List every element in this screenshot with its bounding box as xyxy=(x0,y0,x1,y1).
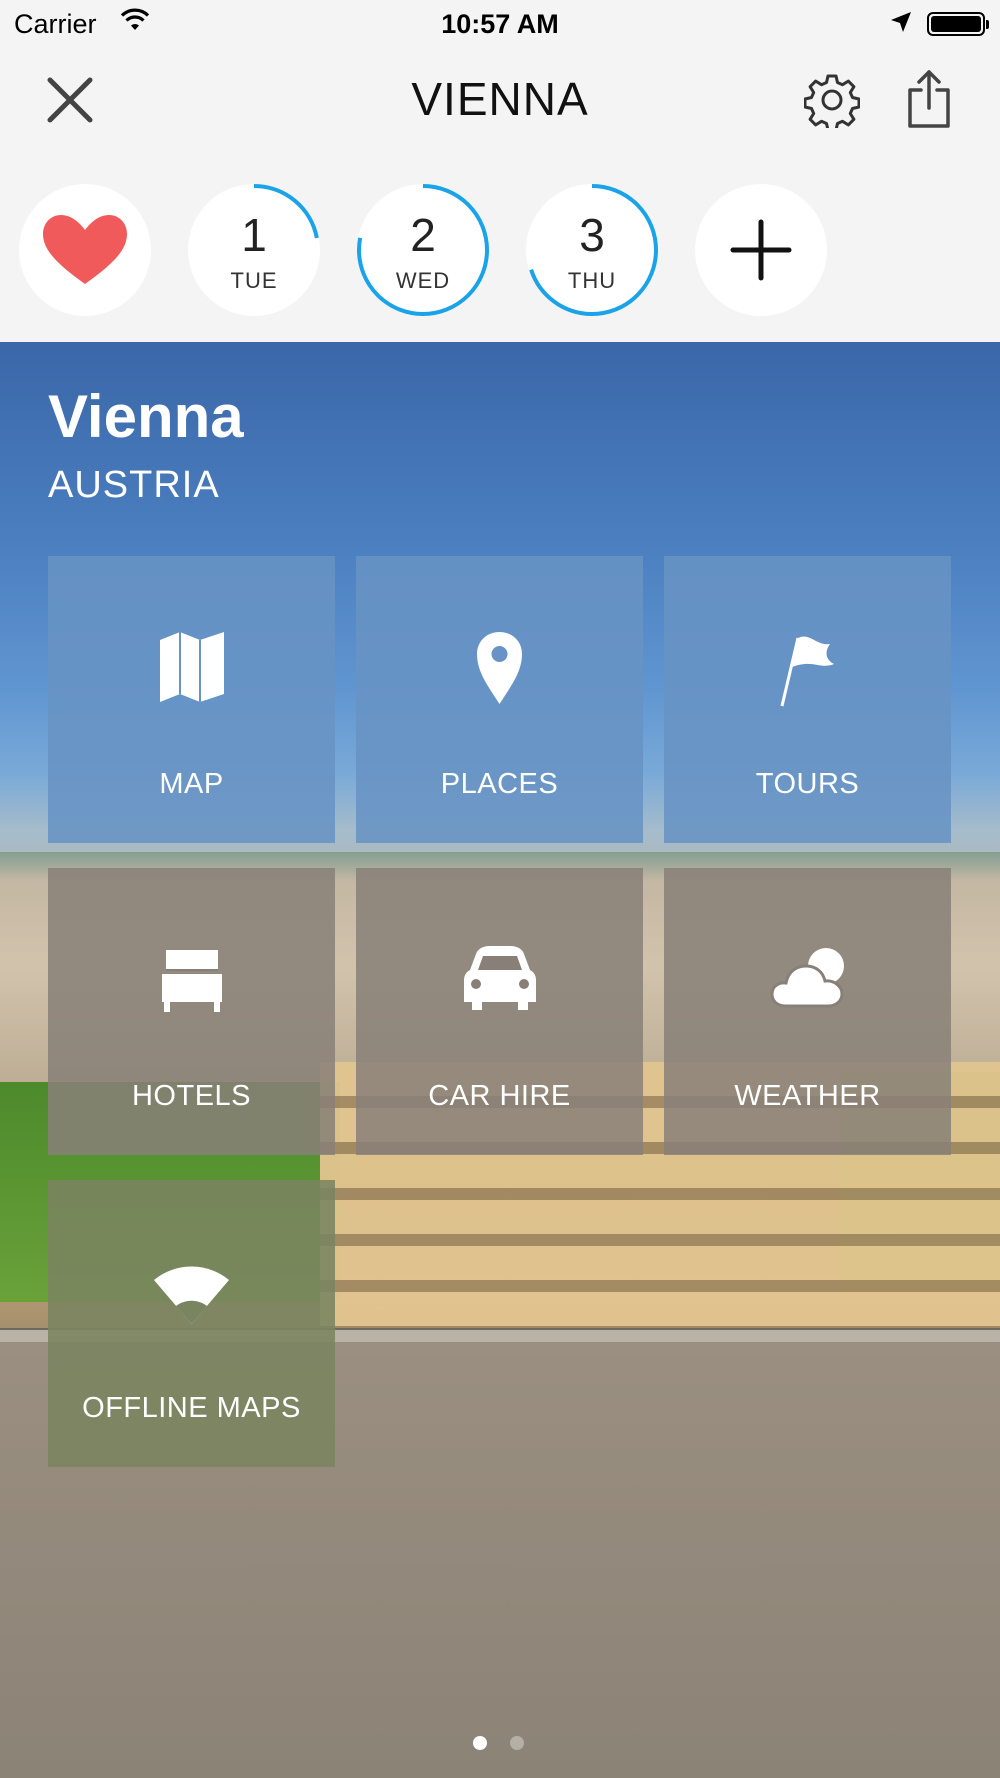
page-dot-1[interactable] xyxy=(473,1736,487,1750)
cloud-sun-icon xyxy=(770,948,844,1008)
places-tile[interactable]: PLACES xyxy=(356,556,643,843)
page-dot-2[interactable] xyxy=(510,1736,524,1750)
add-day-button[interactable] xyxy=(695,184,827,316)
places-tile-label: PLACES xyxy=(440,768,559,800)
tours-tile-label: TOURS xyxy=(755,768,860,800)
day-2-button[interactable]: 2 WED xyxy=(357,184,489,316)
city-hero: Vienna AUSTRIA MAP PLACES TOURS HOTELS C… xyxy=(0,342,1000,1778)
map-tile[interactable]: MAP xyxy=(48,556,335,843)
map-tile-label: MAP xyxy=(159,768,224,800)
weather-tile[interactable]: WEATHER xyxy=(664,868,951,1155)
hotels-tile[interactable]: HOTELS xyxy=(48,868,335,1155)
status-bar: Carrier 10:57 AM xyxy=(0,0,1000,50)
nav-bar: VIENNA xyxy=(0,50,1000,170)
day-3-number: 3 xyxy=(579,209,605,261)
status-time: 10:57 AM xyxy=(441,9,559,39)
car-hire-tile-label: CAR HIRE xyxy=(428,1080,571,1112)
day-2-weekday: WED xyxy=(395,268,451,293)
day-1-button[interactable]: 1 TUE xyxy=(188,184,320,316)
car-hire-tile[interactable]: CAR HIRE xyxy=(356,868,643,1155)
tours-tile[interactable]: TOURS xyxy=(664,556,951,843)
wifi-sector-icon xyxy=(154,1266,229,1324)
car-icon xyxy=(464,946,536,1010)
city-name: Vienna xyxy=(48,383,244,450)
day-1-weekday: TUE xyxy=(230,268,278,293)
bed-icon xyxy=(162,950,222,1012)
favorites-button[interactable] xyxy=(19,184,151,316)
offline-maps-tile-label: OFFLINE MAPS xyxy=(82,1392,301,1424)
location-arrow-icon xyxy=(891,12,911,32)
share-icon[interactable] xyxy=(906,68,952,130)
location-pin-icon xyxy=(477,632,522,704)
day-3-button[interactable]: 3 THU xyxy=(526,184,658,316)
hotels-tile-label: HOTELS xyxy=(131,1080,252,1112)
map-icon xyxy=(160,632,224,702)
gear-icon[interactable] xyxy=(804,72,860,128)
offline-maps-tile[interactable]: OFFLINE MAPS xyxy=(48,1180,335,1467)
page-indicator[interactable] xyxy=(0,1736,1000,1750)
plus-icon xyxy=(730,219,792,281)
country-name: AUSTRIA xyxy=(48,464,220,506)
day-3-weekday: THU xyxy=(567,268,617,293)
day-selector: 1 TUE 2 WED 3 THU xyxy=(0,170,1000,342)
heart-icon xyxy=(43,215,127,284)
battery-icon xyxy=(927,12,989,36)
day-2-number: 2 xyxy=(410,209,436,261)
flag-icon xyxy=(780,636,834,707)
day-1-number: 1 xyxy=(241,209,267,261)
weather-tile-label: WEATHER xyxy=(734,1080,881,1112)
